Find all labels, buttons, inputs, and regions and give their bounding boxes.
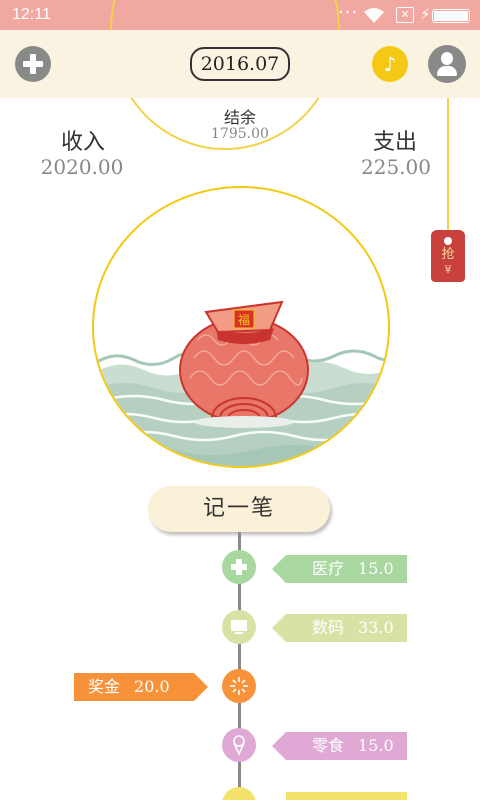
entry-category: 零食 [312,736,345,755]
timeline-entry-medical[interactable]: 医疗 15.0 [272,555,407,583]
timeline-entry-snacks[interactable]: 零食 15.0 [272,732,407,760]
no-sim-icon: ✕ [396,7,414,23]
entry-amount: 15.0 [358,559,394,578]
wifi-icon [362,6,386,28]
battery-icon [432,9,470,23]
expense-value: 225.00 [361,155,431,179]
profile-button[interactable] [428,45,466,83]
entry-category: 数码 [312,618,345,637]
red-packet-string [447,98,449,238]
entry-amount: 15.0 [358,736,394,755]
timeline-entry-digital[interactable]: 数码 33.0 [272,614,407,642]
monitor-icon[interactable] [222,610,256,644]
red-packet-text: 抢 [441,247,455,262]
ice-cream-icon[interactable] [222,728,256,762]
balance-label: 结余 [223,108,256,127]
medical-cross-icon[interactable] [222,550,256,584]
timeline-entry-bonus[interactable]: 奖金 20.0 [74,673,208,701]
charging-bolt-icon: ⚡ [420,5,431,23]
entry-amount: 33.0 [358,618,394,637]
expense-label: 支出 [372,130,417,155]
entry-amount: 20.0 [134,677,170,696]
entry-category: 奖金 [88,677,121,696]
add-record-button[interactable] [15,46,51,82]
add-record-button-main[interactable]: 记一笔 [148,486,330,532]
date-display[interactable]: 2016.07 [190,47,290,81]
next-entry-icon[interactable] [222,787,256,800]
timeline-entry-partial[interactable] [286,792,407,800]
music-button[interactable]: ♪ [372,46,408,82]
status-time: 12:11 [12,6,51,23]
money-pouch-illustration: 福 [94,300,388,466]
more-dots-icon: ··· [338,2,359,23]
income-label: 收入 [60,130,105,155]
balance-value: 1795.00 [211,126,269,142]
svg-text:福: 福 [238,312,250,327]
sparkle-icon[interactable] [222,669,256,703]
income-value: 2020.00 [40,155,124,179]
entry-category: 医疗 [312,559,345,578]
yen-icon: ¥ [444,263,452,276]
money-pouch-circle[interactable]: 福 [92,186,390,468]
red-packet-tag[interactable]: 抢 ¥ [431,230,465,282]
